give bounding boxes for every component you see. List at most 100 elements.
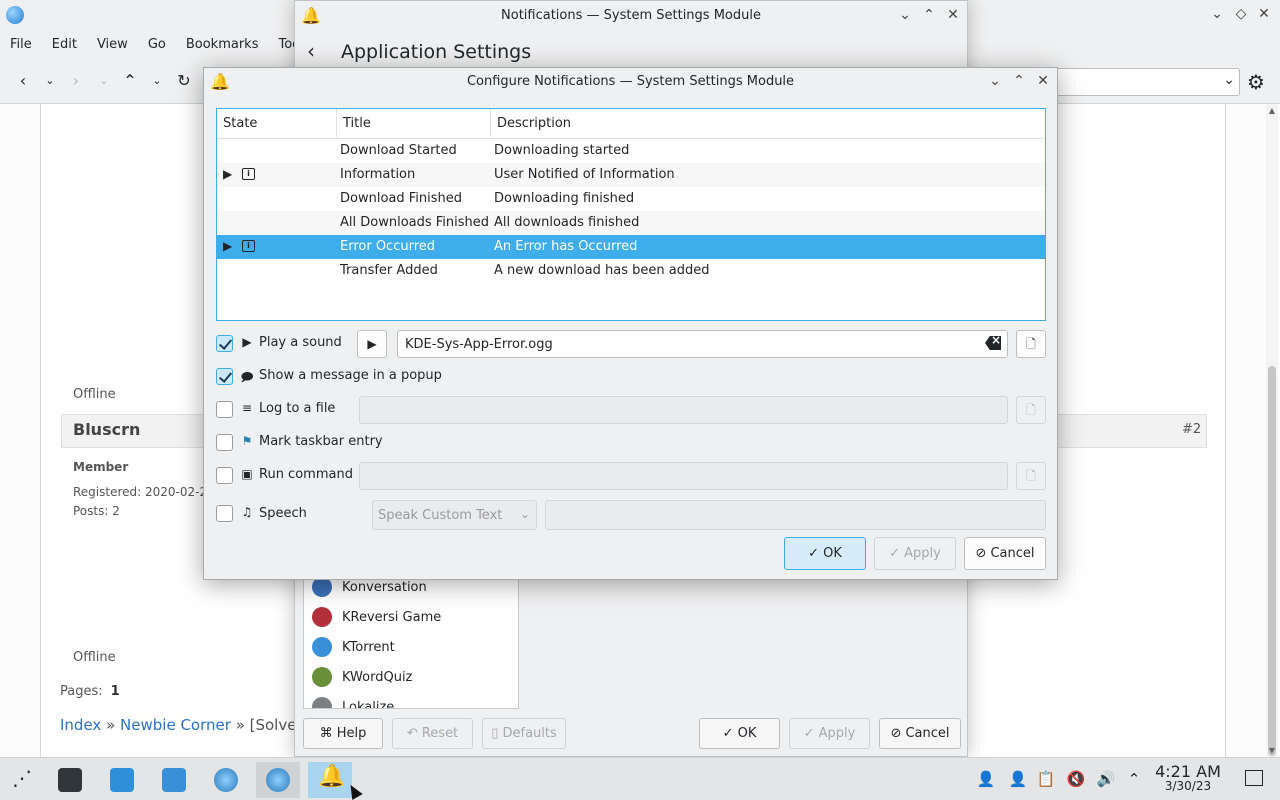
run-command-checkbox[interactable] <box>216 467 233 484</box>
ok-button[interactable]: ✓ OK <box>699 718 780 749</box>
app-launcher-button[interactable]: ⋰ <box>0 762 44 798</box>
cancel-button[interactable]: ⊘ Cancel <box>964 537 1046 570</box>
minimize-icon[interactable]: ⌄ <box>1208 6 1226 22</box>
close-icon[interactable]: ✕ <box>944 7 962 23</box>
crumb-index[interactable]: Index <box>60 716 101 734</box>
minimize-icon[interactable]: ⌄ <box>986 73 1004 89</box>
help-button[interactable]: ⌘ Help <box>303 718 383 749</box>
back-arrow-icon[interactable]: ‹ <box>307 39 315 63</box>
play-sound-checkbox[interactable] <box>216 335 233 352</box>
defaults-button[interactable]: ▯ Defaults <box>482 718 566 749</box>
taskbar-file-manager[interactable] <box>152 762 196 798</box>
command-open-file-button[interactable]: 🗋 <box>1016 462 1046 490</box>
clock-date: 3/30/23 <box>1164 779 1212 793</box>
list-item[interactable]: KReversi Game <box>304 602 518 632</box>
event-title: Transfer Added <box>340 263 438 278</box>
log-file-checkbox[interactable] <box>216 401 233 418</box>
cancel-button[interactable]: ⊘ Cancel <box>879 718 961 749</box>
help-button-label: Help <box>336 726 367 741</box>
list-item[interactable]: Lokalize <box>304 692 518 708</box>
table-row[interactable]: Download Finished Downloading finished <box>217 187 1045 211</box>
taskbar-notifications[interactable]: 🔔 <box>308 762 352 798</box>
forward-arrow-icon[interactable]: › <box>66 71 86 90</box>
reset-button-label: Reset <box>421 726 459 741</box>
menu-file[interactable]: File <box>10 37 32 52</box>
speech-checkbox[interactable] <box>216 505 233 522</box>
forward-history-chevron-icon[interactable]: ⌄ <box>94 74 114 87</box>
list-item[interactable]: KTorrent <box>304 632 518 662</box>
muted-notifications-icon[interactable]: 🔇 <box>1066 770 1086 788</box>
apply-button[interactable]: ✓ Apply <box>789 718 870 749</box>
up-history-chevron-icon[interactable]: ⌄ <box>147 74 167 87</box>
scrollbar-thumb[interactable] <box>1268 366 1276 756</box>
url-history-chevron-icon[interactable]: ⌄ <box>1223 72 1235 88</box>
table-row[interactable]: All Downloads Finished All downloads fin… <box>217 211 1045 235</box>
taskbar-discover[interactable] <box>100 762 144 798</box>
table-row[interactable]: Transfer Added A new download has been a… <box>217 259 1045 283</box>
menu-edit[interactable]: Edit <box>52 37 77 52</box>
table-row[interactable]: ▶ i Information User Notified of Informa… <box>217 163 1045 187</box>
speech-text-field[interactable] <box>545 500 1046 530</box>
scroll-up-icon[interactable]: ▲ <box>1266 106 1278 115</box>
up-arrow-icon[interactable]: ⌃ <box>120 71 140 90</box>
reset-button[interactable]: ↶ Reset <box>392 718 473 749</box>
close-icon[interactable]: ✕ <box>1255 6 1273 22</box>
open-file-button[interactable]: 🗋 <box>1016 330 1046 358</box>
user-icon[interactable]: 👤 <box>976 770 996 788</box>
maximize-icon[interactable]: ⌃ <box>1010 73 1028 89</box>
lokalize-icon <box>312 697 332 708</box>
taskbar-checkbox[interactable] <box>216 434 233 451</box>
maximize-icon[interactable]: ◇ <box>1232 6 1250 22</box>
sound-file-field[interactable]: KDE-Sys-App-Error.ogg <box>397 330 1008 358</box>
apply-button[interactable]: ✓ Apply <box>874 537 956 570</box>
menu-view[interactable]: View <box>97 37 128 52</box>
preview-sound-button[interactable]: ▶ <box>357 330 387 358</box>
command-field[interactable] <box>359 462 1008 490</box>
column-state[interactable]: State <box>217 109 337 139</box>
back-arrow-icon[interactable]: ‹ <box>13 71 33 90</box>
gear-icon[interactable]: ⚙ <box>1247 70 1265 94</box>
taskbar-browser-active[interactable] <box>256 762 300 798</box>
page-scrollbar[interactable]: ▲ ▼ <box>1266 104 1278 757</box>
kreversi-icon <box>312 607 332 627</box>
list-item[interactable]: KWordQuiz <box>304 662 518 692</box>
minimize-icon[interactable]: ⌄ <box>896 7 914 23</box>
scroll-down-icon[interactable]: ▼ <box>1266 746 1278 755</box>
list-item-label: KReversi Game <box>342 609 442 625</box>
application-list[interactable]: Konversation KReversi Game KTorrent KWor… <box>303 573 519 709</box>
reload-icon[interactable]: ↻ <box>174 71 194 90</box>
url-bar[interactable]: ⌄ <box>1056 68 1240 96</box>
post-number[interactable]: #2 <box>1182 422 1201 437</box>
column-title[interactable]: Title <box>337 109 491 139</box>
back-history-chevron-icon[interactable]: ⌄ <box>40 74 60 87</box>
user-switch-icon[interactable]: 👤 <box>1008 770 1028 788</box>
close-icon[interactable]: ✕ <box>1034 73 1052 89</box>
table-row[interactable]: Download Started Downloading started <box>217 139 1045 163</box>
menu-go[interactable]: Go <box>148 37 166 52</box>
clear-text-icon[interactable] <box>985 336 1001 350</box>
configure-notifications-dialog: 🔔 Configure Notifications — System Setti… <box>203 67 1058 580</box>
clipboard-icon[interactable]: 📋 <box>1036 770 1056 788</box>
volume-icon[interactable]: 🔊 <box>1096 770 1116 788</box>
clock[interactable]: 4:21 AM 3/30/23 <box>1150 762 1226 793</box>
table-row-selected[interactable]: ▶ i Error Occurred An Error has Occurred <box>217 235 1045 259</box>
events-table[interactable]: State Title Description Download Started… <box>216 108 1046 321</box>
taskbar-label: Mark taskbar entry <box>259 434 383 449</box>
show-desktop-icon[interactable] <box>1245 770 1263 786</box>
log-file-field[interactable] <box>359 396 1008 424</box>
chevron-up-icon[interactable]: ⌃ <box>1124 770 1144 788</box>
speech-mode-select[interactable]: Speak Custom Text ⌄ <box>372 500 537 530</box>
event-title: All Downloads Finished <box>340 215 490 230</box>
taskbar-browser[interactable] <box>204 762 248 798</box>
browser-app-icon <box>214 768 238 792</box>
menu-bookmarks[interactable]: Bookmarks <box>186 37 259 52</box>
popup-checkbox[interactable] <box>216 368 233 385</box>
log-open-file-button[interactable]: 🗋 <box>1016 396 1046 424</box>
taskbar-system-settings[interactable] <box>48 762 92 798</box>
option-play-sound: ▶ Play a sound ▶ KDE-Sys-App-Error.ogg 🗋 <box>216 330 1046 358</box>
post-author[interactable]: Bluscrn <box>73 420 140 439</box>
column-description[interactable]: Description <box>491 109 1045 139</box>
ok-button[interactable]: ✓ OK <box>784 537 866 570</box>
maximize-icon[interactable]: ⌃ <box>920 7 938 23</box>
crumb-newbie-corner[interactable]: Newbie Corner <box>120 716 231 734</box>
